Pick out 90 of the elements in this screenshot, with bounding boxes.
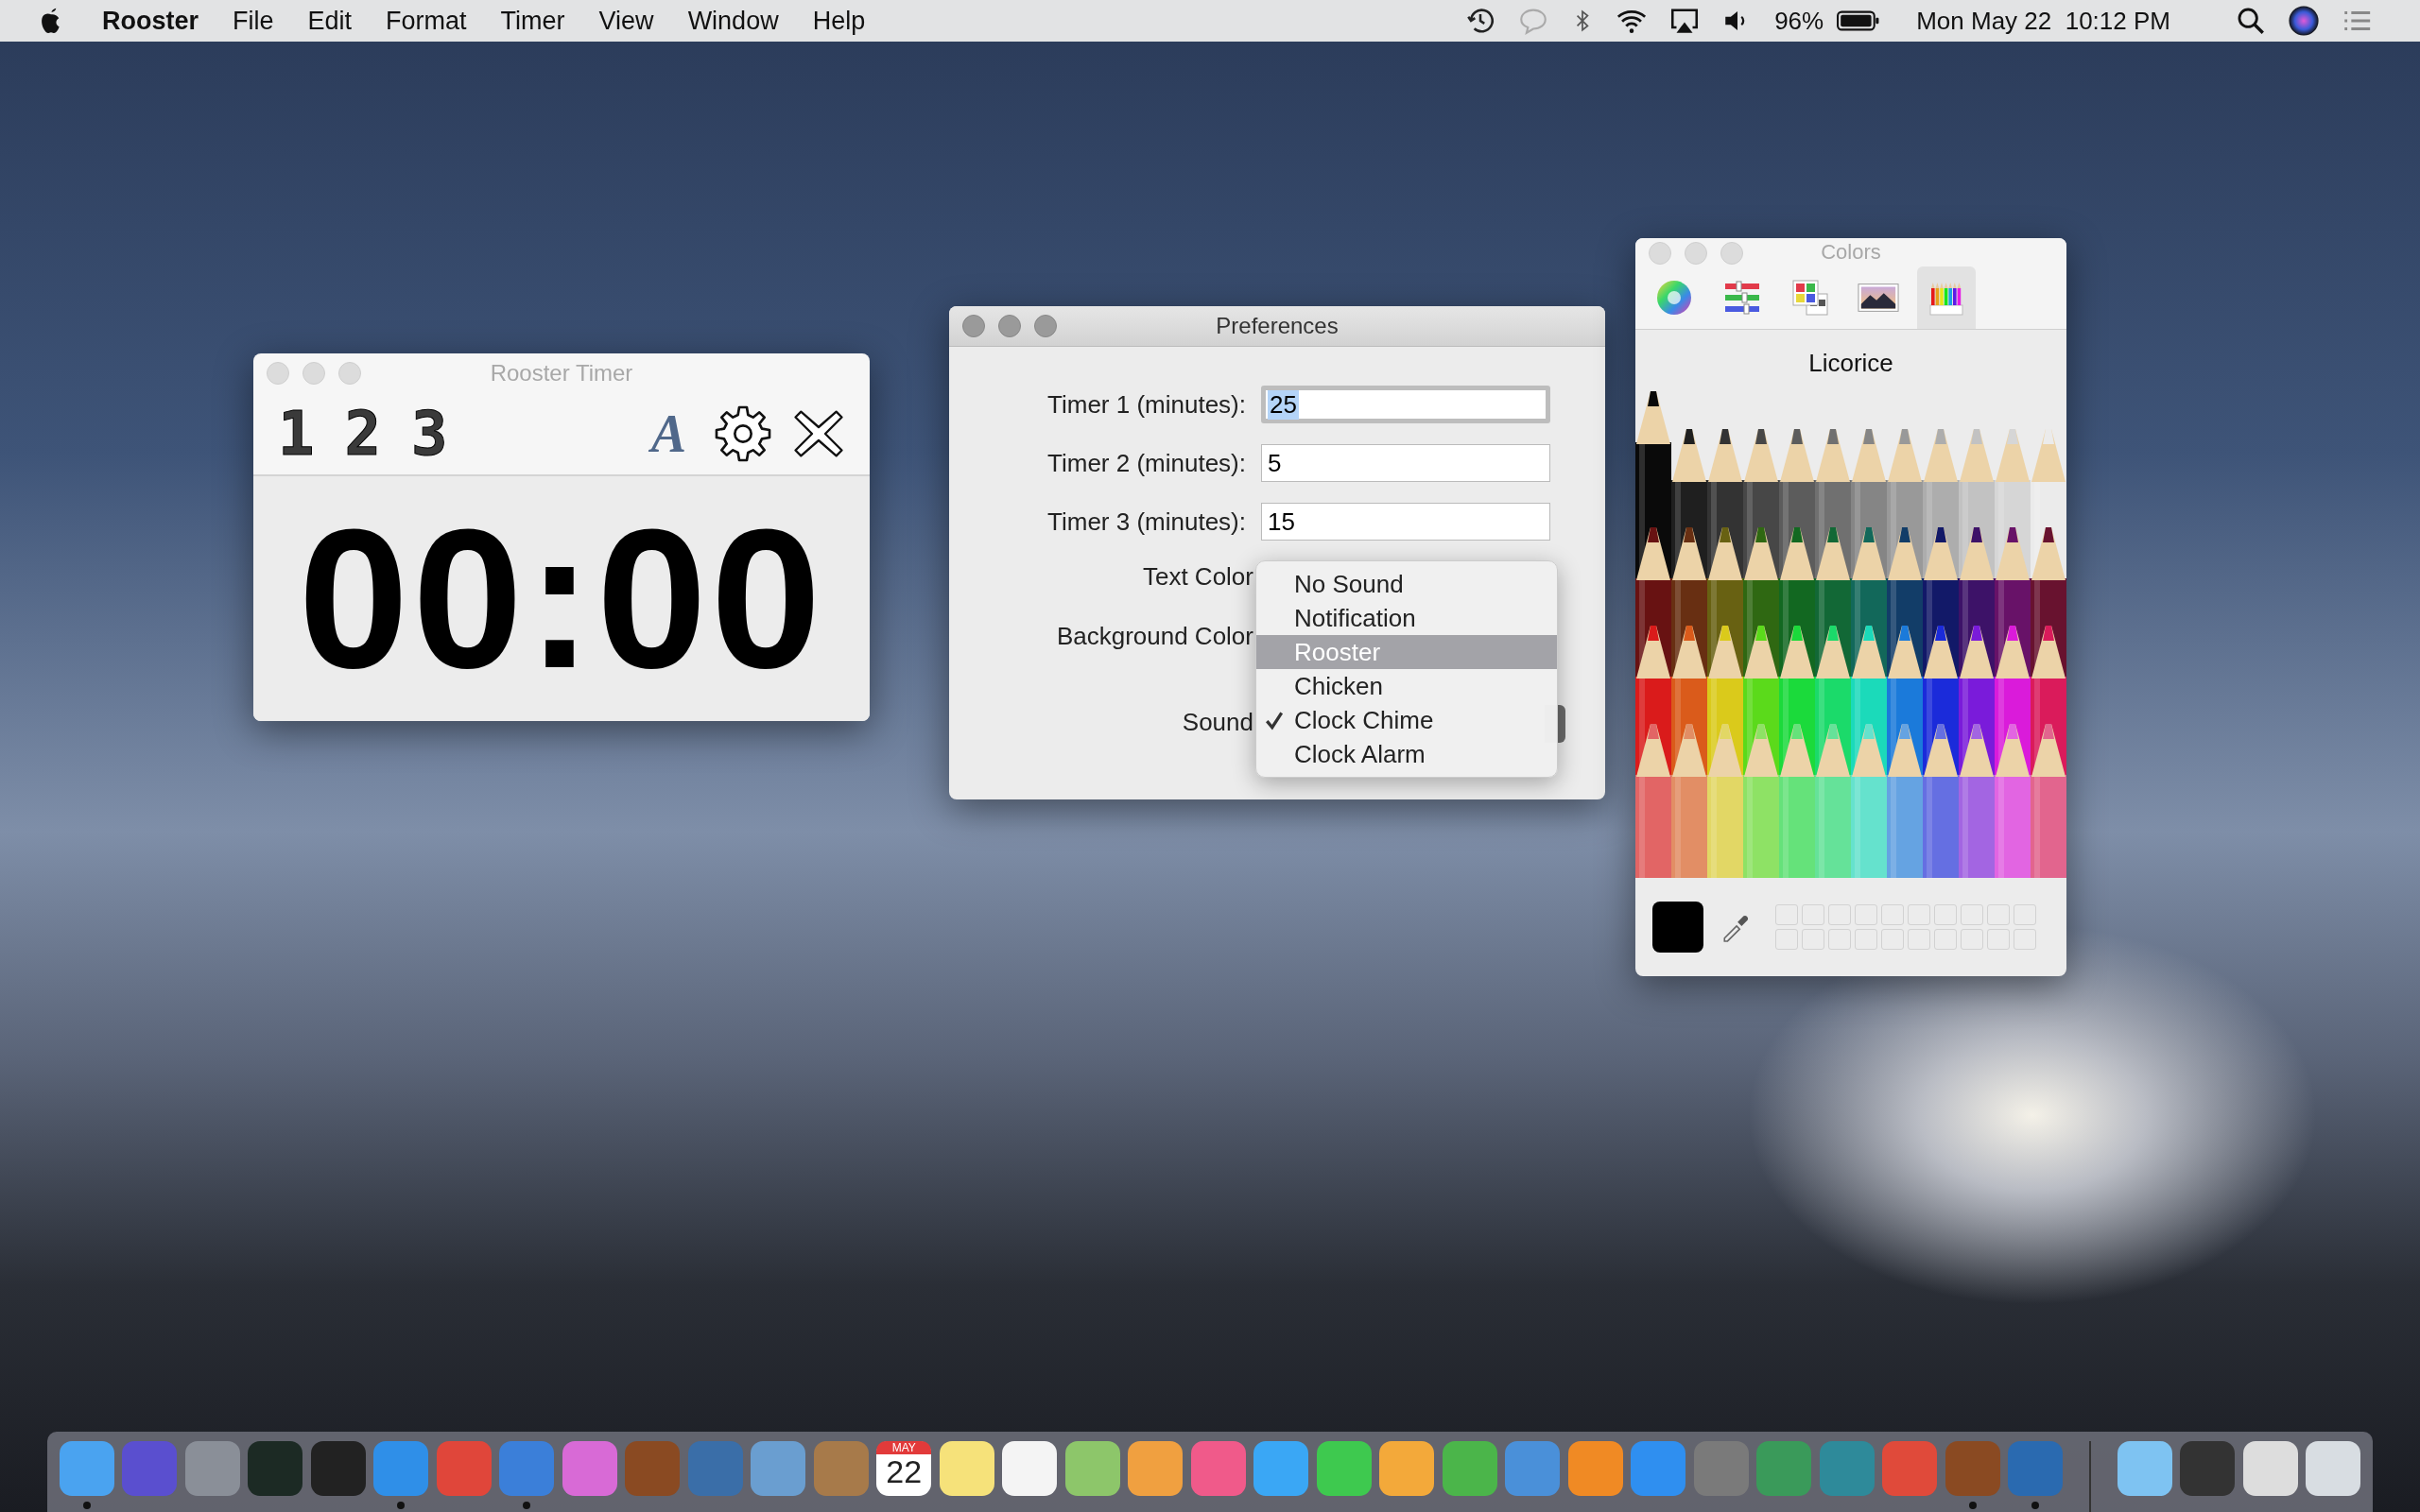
window-control[interactable] bbox=[1685, 242, 1707, 265]
field-label: Timer 1 (minutes): bbox=[1046, 389, 1247, 420]
app-icon[interactable] bbox=[1379, 1441, 1435, 1496]
window-control[interactable] bbox=[1649, 242, 1671, 265]
window-control[interactable] bbox=[302, 362, 325, 385]
empty-swatch[interactable] bbox=[2014, 904, 2036, 925]
timer-preset-button[interactable]: 2 bbox=[344, 404, 382, 464]
window-title: Preferences bbox=[1216, 313, 1339, 339]
close-icon[interactable] bbox=[792, 407, 845, 460]
checkmark-icon bbox=[1264, 710, 1285, 730]
app-icon[interactable] bbox=[1128, 1441, 1184, 1496]
window-control[interactable] bbox=[962, 315, 985, 337]
palette-swatches-icon bbox=[1789, 279, 1831, 317]
app-icon[interactable] bbox=[2242, 1441, 2298, 1496]
empty-swatch[interactable] bbox=[1934, 904, 1957, 925]
color-label: Background Color bbox=[1055, 622, 1253, 651]
field-label: Timer 3 (minutes): bbox=[1046, 507, 1247, 537]
app-icon[interactable] bbox=[1567, 1441, 1623, 1496]
minutes-field[interactable]: 15 bbox=[1261, 503, 1550, 541]
siri-icon[interactable] bbox=[2288, 5, 2320, 37]
menu-bar-clock[interactable]: Mon May 22 10:12 PM bbox=[1916, 6, 2170, 36]
empty-swatch[interactable] bbox=[1855, 929, 1877, 950]
empty-swatch[interactable] bbox=[1802, 904, 1824, 925]
timer-preset-button[interactable]: 1 bbox=[278, 404, 315, 464]
app-menu[interactable]: Rooster bbox=[102, 6, 199, 36]
app-icon[interactable] bbox=[59, 1441, 114, 1496]
app-icon[interactable] bbox=[1253, 1441, 1309, 1496]
empty-swatch[interactable] bbox=[1961, 929, 1983, 950]
colored-pencils-drawing[interactable] bbox=[1635, 389, 2066, 878]
window-title: Rooster Timer bbox=[490, 360, 633, 387]
empty-swatch[interactable] bbox=[1987, 904, 2010, 925]
minutes-field[interactable]: 5 bbox=[1261, 444, 1550, 482]
color-name: Licorice bbox=[1807, 348, 1894, 379]
menu-item[interactable]: Clock Chime bbox=[1256, 703, 1557, 737]
app-icon[interactable] bbox=[310, 1441, 366, 1496]
app-icon[interactable] bbox=[248, 1441, 303, 1496]
app-icon[interactable] bbox=[1064, 1441, 1120, 1496]
calendar-day: 22 bbox=[886, 1454, 923, 1490]
current-color-swatch[interactable] bbox=[1652, 902, 1703, 953]
app-icon[interactable] bbox=[939, 1441, 994, 1496]
empty-swatch[interactable] bbox=[1828, 929, 1851, 950]
empty-swatch[interactable] bbox=[1881, 904, 1904, 925]
empty-swatch[interactable] bbox=[1908, 904, 1930, 925]
empty-swatch[interactable] bbox=[1934, 929, 1957, 950]
timer-preset-button[interactable]: 3 bbox=[411, 404, 448, 464]
app-icon[interactable] bbox=[1442, 1441, 1497, 1496]
empty-swatch[interactable] bbox=[1775, 929, 1798, 950]
menu-item[interactable]: Format bbox=[386, 6, 467, 36]
settings-icon[interactable] bbox=[713, 404, 773, 464]
empty-swatch[interactable] bbox=[2014, 929, 2036, 950]
app-icon[interactable] bbox=[2117, 1441, 2172, 1496]
empty-swatch[interactable] bbox=[1908, 929, 1930, 950]
sound-label: Sound bbox=[1181, 708, 1253, 737]
field-label: Timer 2 (minutes): bbox=[1046, 448, 1247, 478]
color-label: Text Color bbox=[1141, 562, 1253, 592]
app-icon[interactable] bbox=[2306, 1441, 2361, 1496]
menu-item[interactable]: File bbox=[233, 6, 274, 36]
empty-swatch[interactable] bbox=[1775, 904, 1798, 925]
calendar-app-icon[interactable]: MAY 22 bbox=[876, 1441, 932, 1496]
window-title: Colors bbox=[1821, 240, 1881, 265]
battery-icon[interactable] bbox=[1837, 9, 1881, 32]
color-mode-tab[interactable] bbox=[1917, 266, 1976, 329]
menu-item[interactable]: Help bbox=[812, 6, 866, 36]
font-button[interactable]: A bbox=[650, 407, 694, 460]
menu-item[interactable]: Window bbox=[687, 6, 779, 36]
empty-swatch[interactable] bbox=[1881, 929, 1904, 950]
menu-item[interactable]: View bbox=[598, 6, 654, 36]
minutes-field[interactable]: 25 bbox=[1261, 386, 1550, 423]
menu-item[interactable]: Edit bbox=[307, 6, 353, 36]
menu-item[interactable]: Chicken bbox=[1256, 669, 1557, 703]
menu-item[interactable]: Timer bbox=[500, 6, 565, 36]
app-icon[interactable] bbox=[1002, 1441, 1058, 1496]
empty-swatch[interactable] bbox=[1987, 929, 2010, 950]
battery-percentage: 96% bbox=[1774, 6, 1824, 36]
calendar-month: MAY bbox=[876, 1441, 932, 1454]
menu-item[interactable]: Notification bbox=[1256, 601, 1557, 635]
app-icon[interactable] bbox=[2180, 1441, 2236, 1496]
menu-item[interactable]: No Sound bbox=[1256, 567, 1557, 601]
empty-swatch[interactable] bbox=[1855, 904, 1877, 925]
window-control[interactable] bbox=[338, 362, 361, 385]
empty-swatch[interactable] bbox=[1828, 904, 1851, 925]
window-control[interactable] bbox=[267, 362, 289, 385]
app-icon[interactable] bbox=[1316, 1441, 1372, 1496]
window-control[interactable] bbox=[998, 315, 1021, 337]
menu-item[interactable]: Clock Alarm bbox=[1256, 737, 1557, 771]
window-control[interactable] bbox=[1720, 242, 1743, 265]
empty-swatch[interactable] bbox=[1961, 904, 1983, 925]
timer-display: 00:00 bbox=[298, 499, 825, 698]
empty-swatch[interactable] bbox=[1802, 929, 1824, 950]
window-control[interactable] bbox=[1034, 315, 1057, 337]
